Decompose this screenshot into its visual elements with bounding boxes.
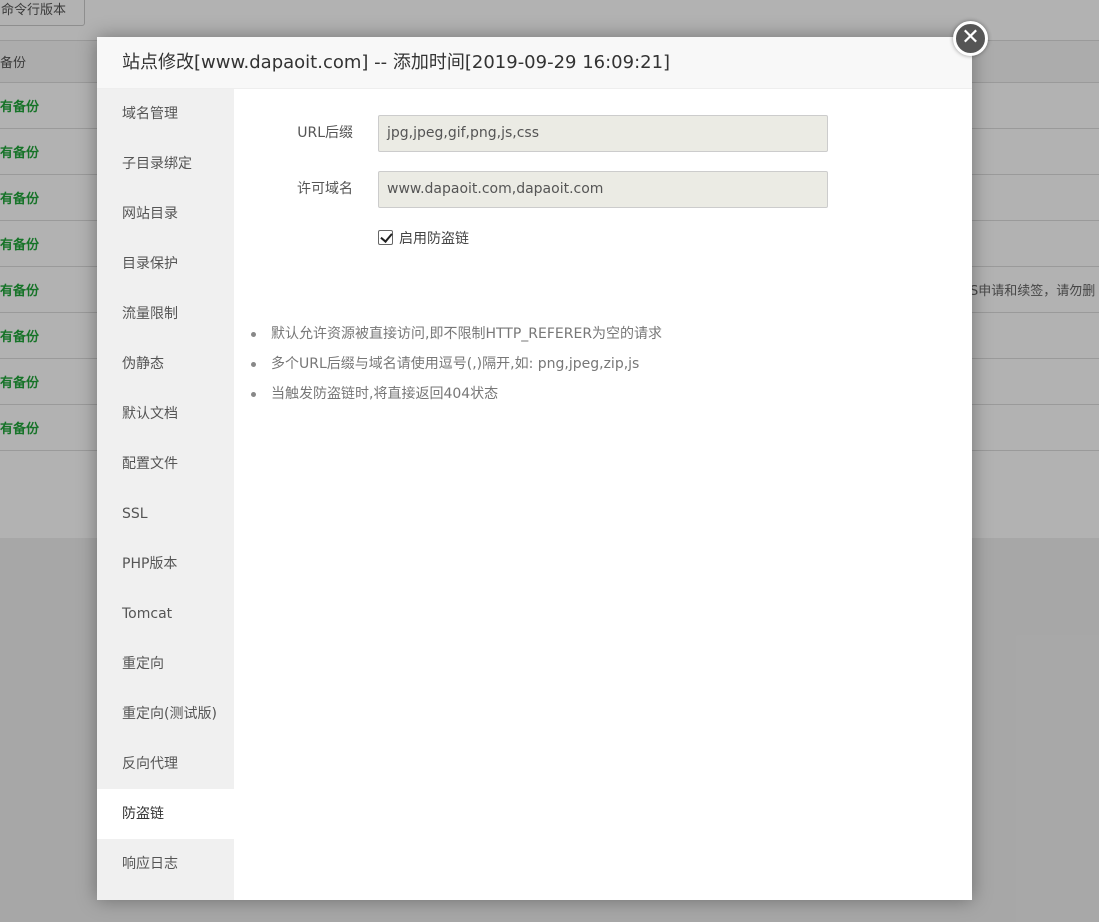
hotlink-panel: URL后缀 jpg,jpeg,gif,png,js,css 许可域名 www.d… <box>234 89 972 900</box>
tip-item: 当触发防盗链时,将直接返回404状态 <box>249 379 662 409</box>
tips-list: 默认允许资源被直接访问,即不限制HTTP_REFERER为空的请求 多个URL后… <box>249 319 662 409</box>
sidebar-item[interactable]: 网站目录 <box>97 189 234 239</box>
url-suffix-input[interactable]: jpg,jpeg,gif,png,js,css <box>378 115 828 152</box>
sidebar-item[interactable]: 响应日志 <box>97 839 234 889</box>
domain-label: 许可域名 <box>297 181 353 197</box>
sidebar-item[interactable]: 重定向(测试版) <box>97 689 234 739</box>
sidebar-item[interactable]: 重定向 <box>97 639 234 689</box>
sidebar-item[interactable]: 默认文档 <box>97 389 234 439</box>
domain-row: 许可域名 www.dapaoit.com,dapaoit.com <box>234 171 972 208</box>
sidebar-item[interactable]: 子目录绑定 <box>97 139 234 189</box>
modal-sidebar: 域名管理 子目录绑定 网站目录 目录保护 流量限制 伪静态 默认文档 配置文件 SSL PHP版本… <box>97 89 234 900</box>
url-suffix-row: URL后缀 jpg,jpeg,gif,png,js,css <box>234 115 972 152</box>
sidebar-item[interactable]: 防盗链 <box>97 789 234 839</box>
url-suffix-label: URL后缀 <box>297 125 353 141</box>
domain-input[interactable]: www.dapaoit.com,dapaoit.com <box>378 171 828 208</box>
sidebar-item[interactable]: SSL <box>97 489 234 539</box>
modal-title: 站点修改[www.dapaoit.com] -- 添加时间[2019-09-29… <box>97 37 972 89</box>
enable-hotlink-checkbox[interactable] <box>378 230 393 245</box>
close-icon[interactable]: ✕ <box>953 21 988 56</box>
enable-hotlink-label: 启用防盗链 <box>399 231 469 247</box>
sidebar-item[interactable]: PHP版本 <box>97 539 234 589</box>
site-edit-modal: 站点修改[www.dapaoit.com] -- 添加时间[2019-09-29… <box>97 37 972 900</box>
tip-item: 默认允许资源被直接访问,即不限制HTTP_REFERER为空的请求 <box>249 319 662 349</box>
sidebar-item[interactable]: 目录保护 <box>97 239 234 289</box>
tip-item: 多个URL后缀与域名请使用逗号(,)隔开,如: png,jpeg,zip,js <box>249 349 662 379</box>
enable-hotlink-toggle[interactable]: 启用防盗链 <box>378 229 469 249</box>
sidebar-item[interactable]: 伪静态 <box>97 339 234 389</box>
sidebar-item[interactable]: Tomcat <box>97 589 234 639</box>
sidebar-item[interactable]: 域名管理 <box>97 89 234 139</box>
sidebar-item[interactable]: 配置文件 <box>97 439 234 489</box>
sidebar-item[interactable]: 反向代理 <box>97 739 234 789</box>
sidebar-item[interactable]: 流量限制 <box>97 289 234 339</box>
